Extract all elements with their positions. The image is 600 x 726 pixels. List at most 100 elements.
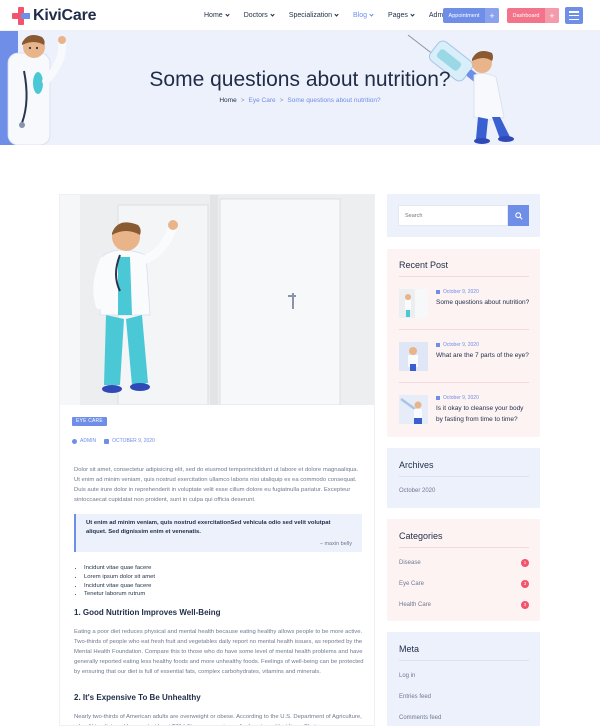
- breadcrumb-category[interactable]: Eye Care: [249, 97, 276, 104]
- section-heading-1: 1. Good Nutrition Improves Well-Being: [74, 608, 221, 617]
- category-link-eye-care[interactable]: Eye Care 3: [399, 580, 529, 588]
- recent-post-date: October 9, 2020: [436, 342, 479, 348]
- chevron-down-icon: [270, 12, 275, 17]
- recent-post-thumbnail: [399, 342, 428, 371]
- hamburger-menu-button[interactable]: [565, 7, 583, 24]
- calendar-icon: [104, 438, 110, 444]
- dashboard-button-label: Dashboard: [512, 12, 540, 19]
- category-count-badge: 3: [521, 601, 529, 609]
- nav-blog[interactable]: Blog: [353, 12, 374, 19]
- nav-doctors-label: Doctors: [243, 12, 268, 19]
- site-header: KiviCare Home Doctors Specialization Blo…: [0, 0, 600, 31]
- recent-post-item[interactable]: October 9, 2020 Some questions about nut…: [399, 289, 529, 329]
- post-author[interactable]: ADMIN: [80, 438, 96, 444]
- recent-post-date-text: October 9, 2020: [443, 289, 479, 295]
- chevron-down-icon: [225, 12, 230, 17]
- page-title: Some questions about nutrition?: [149, 68, 451, 91]
- blog-post: EYE CARE ADMIN OCTOBER 9, 2020 Dolor sit…: [59, 194, 375, 726]
- recent-post-item[interactable]: October 9, 2020 Is it okay to cleanse yo…: [399, 395, 529, 435]
- divider: [399, 476, 529, 477]
- breadcrumb: Home > Eye Care > Some questions about nutri…: [0, 97, 600, 104]
- logo-text: KiviCare: [33, 7, 97, 24]
- category-name: Eye Care: [399, 581, 425, 587]
- breadcrumb-separator: >: [279, 97, 284, 104]
- chevron-down-icon: [369, 12, 374, 17]
- categories-title: Categories: [399, 531, 443, 541]
- plus-icon: +: [485, 8, 499, 23]
- recent-post-thumbnail: [399, 289, 428, 318]
- meta-link-comments-feed[interactable]: Comments feed: [399, 715, 529, 721]
- dashboard-button[interactable]: Dashboard +: [507, 8, 559, 23]
- category-name: Health Care: [399, 602, 432, 608]
- logo[interactable]: KiviCare: [12, 6, 97, 26]
- archives-title: Archives: [399, 460, 434, 470]
- meta-title: Meta: [399, 644, 420, 654]
- logo-cross-icon: [12, 7, 30, 25]
- breadcrumb-current: Some questions about nutrition?: [287, 97, 381, 104]
- recent-post-date: October 9, 2020: [436, 395, 479, 401]
- search-widget: [387, 194, 540, 237]
- post-date[interactable]: OCTOBER 9, 2020: [112, 438, 155, 444]
- nav-pages-label: Pages: [388, 12, 408, 19]
- post-intro: Dolor sit amet, consectetur adipisicing …: [74, 467, 359, 503]
- meta-link-entries-feed[interactable]: Entries feed: [399, 694, 529, 700]
- recent-post-title[interactable]: Some questions about nutrition?: [436, 297, 532, 308]
- chevron-down-icon: [334, 12, 339, 17]
- archive-link[interactable]: October 2020: [399, 488, 529, 494]
- category-count-badge: 1: [521, 559, 529, 567]
- recent-post-thumbnail: [399, 395, 428, 424]
- recent-post-item[interactable]: October 9, 2020 What are the 7 parts of …: [399, 342, 529, 382]
- recent-posts-title: Recent Post: [399, 260, 449, 270]
- category-link-health-care[interactable]: Health Care 3: [399, 601, 529, 609]
- page-banner: Some questions about nutrition? Home > Eye…: [0, 31, 600, 145]
- breadcrumb-separator: >: [240, 97, 245, 104]
- divider: [399, 547, 529, 548]
- search-icon: [514, 211, 523, 220]
- main-nav: Home Doctors Specialization Blog Pages A…: [204, 0, 464, 31]
- chevron-down-icon: [410, 12, 415, 17]
- nav-pages[interactable]: Pages: [388, 12, 415, 19]
- nav-home[interactable]: Home: [204, 12, 230, 19]
- menu-line: [569, 18, 579, 20]
- menu-line: [569, 11, 579, 13]
- calendar-icon: [436, 290, 440, 294]
- divider: [399, 276, 529, 277]
- nav-doctors[interactable]: Doctors: [243, 12, 275, 19]
- recent-post-date: October 9, 2020: [436, 289, 479, 295]
- quote-author: – maxin belly: [319, 541, 352, 547]
- nav-blog-label: Blog: [353, 12, 368, 19]
- archives-widget: Archives October 2020: [387, 448, 540, 508]
- breadcrumb-home[interactable]: Home: [219, 97, 236, 104]
- search-input[interactable]: [398, 205, 508, 226]
- appointment-button[interactable]: Appointment +: [443, 8, 499, 23]
- nav-specialization-label: Specialization: [288, 12, 333, 19]
- list-item: Incidunt vitae quae facere: [84, 582, 155, 591]
- blockquote: Ut enim ad minim veniam, quis nostrud ex…: [74, 514, 362, 552]
- recent-post-date-text: October 9, 2020: [443, 342, 479, 348]
- section-heading-2: 2. It's Expensive To Be Unhealthy: [74, 693, 201, 702]
- calendar-icon: [436, 396, 440, 400]
- plus-icon: +: [545, 8, 559, 23]
- list-item: Tenetur laborum rutrum: [84, 590, 155, 599]
- section-paragraph-2: Nearly two-thirds of American adults are…: [74, 714, 362, 725]
- meta-link-login[interactable]: Log in: [399, 673, 529, 679]
- post-meta: ADMIN OCTOBER 9, 2020: [72, 438, 155, 444]
- divider: [399, 329, 529, 330]
- recent-post-title[interactable]: Is it okay to cleanse your body by fasti…: [436, 403, 532, 425]
- nav-specialization[interactable]: Specialization: [288, 12, 339, 19]
- post-featured-image: [60, 195, 374, 405]
- meta-widget: Meta Log in Entries feed Comments feed: [387, 632, 540, 726]
- category-name: Disease: [399, 560, 421, 566]
- category-count-badge: 3: [521, 580, 529, 588]
- recent-post-title[interactable]: What are the 7 parts of the eye?: [436, 350, 532, 361]
- quote-text: Ut enim ad minim veniam, quis nostrud ex…: [86, 520, 331, 535]
- calendar-icon: [436, 343, 440, 347]
- category-badge[interactable]: EYE CARE: [72, 417, 107, 426]
- categories-widget: Categories Disease 1 Eye Care 3 Health C…: [387, 519, 540, 621]
- menu-line: [569, 14, 579, 17]
- recent-post-date-text: October 9, 2020: [443, 395, 479, 401]
- user-icon: [72, 438, 77, 444]
- divider: [399, 382, 529, 383]
- category-link-disease[interactable]: Disease 1: [399, 559, 529, 567]
- search-button[interactable]: [508, 205, 529, 226]
